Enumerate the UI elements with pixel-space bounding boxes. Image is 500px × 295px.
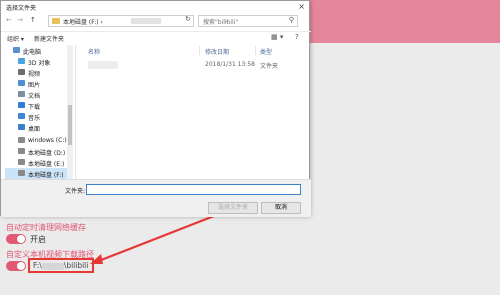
sidebar-item-this-pc[interactable]: 此电脑	[5, 45, 67, 56]
drive-icon	[18, 159, 25, 165]
column-header-type[interactable]: 类型	[260, 47, 272, 56]
redacted-file-name	[88, 61, 118, 69]
sidebar-item-drive-c[interactable]: windows (C:)	[5, 135, 67, 146]
folder-name-input[interactable]	[86, 184, 301, 195]
sidebar-item-label: 音乐	[28, 115, 41, 122]
dialog-footer: 文件夹: 选择文件夹 取消	[1, 179, 311, 217]
sidebar-item-label: 本地磁盘 (D:)	[28, 150, 66, 157]
dialog-title: 选择文件夹	[6, 5, 37, 12]
cancel-button[interactable]: 取消	[261, 202, 301, 214]
sidebar-item-label: 3D 对象	[28, 60, 51, 67]
search-input[interactable]: 搜索"bilibili" ⚲	[198, 15, 298, 27]
sidebar-item-drive-f[interactable]: 本地磁盘 (F:)	[5, 168, 67, 179]
sidebar-item-pictures[interactable]: 图片	[5, 78, 67, 89]
address-field[interactable]: 本地磁盘 (F:) › ⌄	[48, 15, 229, 27]
video-icon	[18, 69, 25, 75]
sidebar-item-drive-e[interactable]: 本地磁盘 (E:)	[5, 157, 67, 168]
scrollbar-thumb[interactable]	[68, 105, 72, 145]
select-folder-button[interactable]: 选择文件夹	[208, 202, 258, 214]
up-arrow-icon[interactable]: ↑	[30, 16, 36, 24]
arrow-head	[90, 254, 103, 264]
sidebar-item-label: 此电脑	[23, 49, 42, 56]
navigation-scrollbar[interactable]	[67, 45, 73, 179]
sidebar-item-label: 视频	[28, 71, 41, 78]
computer-icon	[13, 47, 20, 53]
command-bar: 组织 ▾ 新建文件夹 ▦ ▾ ?	[1, 31, 311, 43]
download-icon	[18, 102, 25, 108]
folder-name-label: 文件夹:	[65, 188, 86, 195]
column-divider	[199, 46, 200, 55]
help-icon[interactable]: ?	[295, 33, 299, 41]
picture-icon	[18, 80, 25, 86]
sidebar-item-documents[interactable]: 文档	[5, 89, 67, 100]
sidebar-item-drive-d[interactable]: 本地磁盘 (D:)	[5, 146, 67, 157]
column-header-name[interactable]: 名称	[88, 47, 100, 56]
organize-button[interactable]: 组织 ▾	[7, 34, 24, 43]
cube-icon	[18, 58, 25, 64]
file-modified-date: 2018/1/31 13:58	[205, 61, 255, 68]
navigation-pane: 此电脑 3D 对象 视频 图片 文档 下载 音乐 桌面 windows (C:)…	[5, 45, 71, 179]
desktop-icon	[18, 124, 25, 130]
view-options-icon[interactable]: ▦ ▾	[271, 33, 283, 41]
sidebar-item-label: 桌面	[28, 126, 41, 133]
sidebar-item-3d-objects[interactable]: 3D 对象	[5, 56, 67, 67]
sidebar-item-videos[interactable]: 视频	[5, 67, 67, 78]
folder-icon	[52, 18, 60, 24]
search-placeholder: 搜索"bilibili"	[203, 19, 239, 26]
forward-arrow-icon[interactable]: →	[17, 16, 23, 24]
sidebar-item-music[interactable]: 音乐	[5, 111, 67, 122]
address-path: 本地磁盘 (F:) ›	[63, 19, 103, 26]
dialog-titlebar: 选择文件夹 ×	[1, 1, 309, 14]
sidebar-item-label: 下载	[28, 104, 41, 111]
sidebar-item-label: 本地磁盘 (F:)	[28, 172, 64, 179]
drive-icon	[18, 148, 25, 154]
column-divider	[255, 46, 256, 55]
document-icon	[18, 91, 25, 97]
search-icon: ⚲	[288, 16, 294, 24]
sidebar-item-label: 本地磁盘 (E:)	[28, 161, 65, 168]
redacted-path-segment	[131, 18, 161, 24]
column-header-modified[interactable]: 修改日期	[205, 47, 229, 56]
sidebar-item-label: 图片	[28, 82, 41, 89]
back-arrow-icon[interactable]: ←	[6, 16, 12, 24]
sidebar-item-downloads[interactable]: 下载	[5, 100, 67, 111]
sidebar-item-desktop[interactable]: 桌面	[5, 122, 67, 133]
close-icon[interactable]: ×	[298, 2, 305, 11]
drive-icon	[18, 170, 25, 176]
drive-icon	[18, 137, 25, 143]
new-folder-button[interactable]: 新建文件夹	[34, 34, 64, 43]
file-type: 文件夹	[260, 63, 279, 70]
refresh-icon[interactable]: ↻	[185, 15, 191, 23]
pane-divider	[75, 45, 76, 179]
address-bar-row: ← → ↑ 本地磁盘 (F:) › ⌄ ↻ 搜索"bilibili" ⚲	[1, 14, 311, 28]
sidebar-item-label: windows (C:)	[28, 137, 67, 144]
music-icon	[18, 113, 25, 119]
sidebar-item-label: 文档	[28, 93, 41, 100]
choose-folder-dialog: 选择文件夹 × ← → ↑ 本地磁盘 (F:) › ⌄ ↻ 搜索"bilibil…	[0, 0, 311, 217]
